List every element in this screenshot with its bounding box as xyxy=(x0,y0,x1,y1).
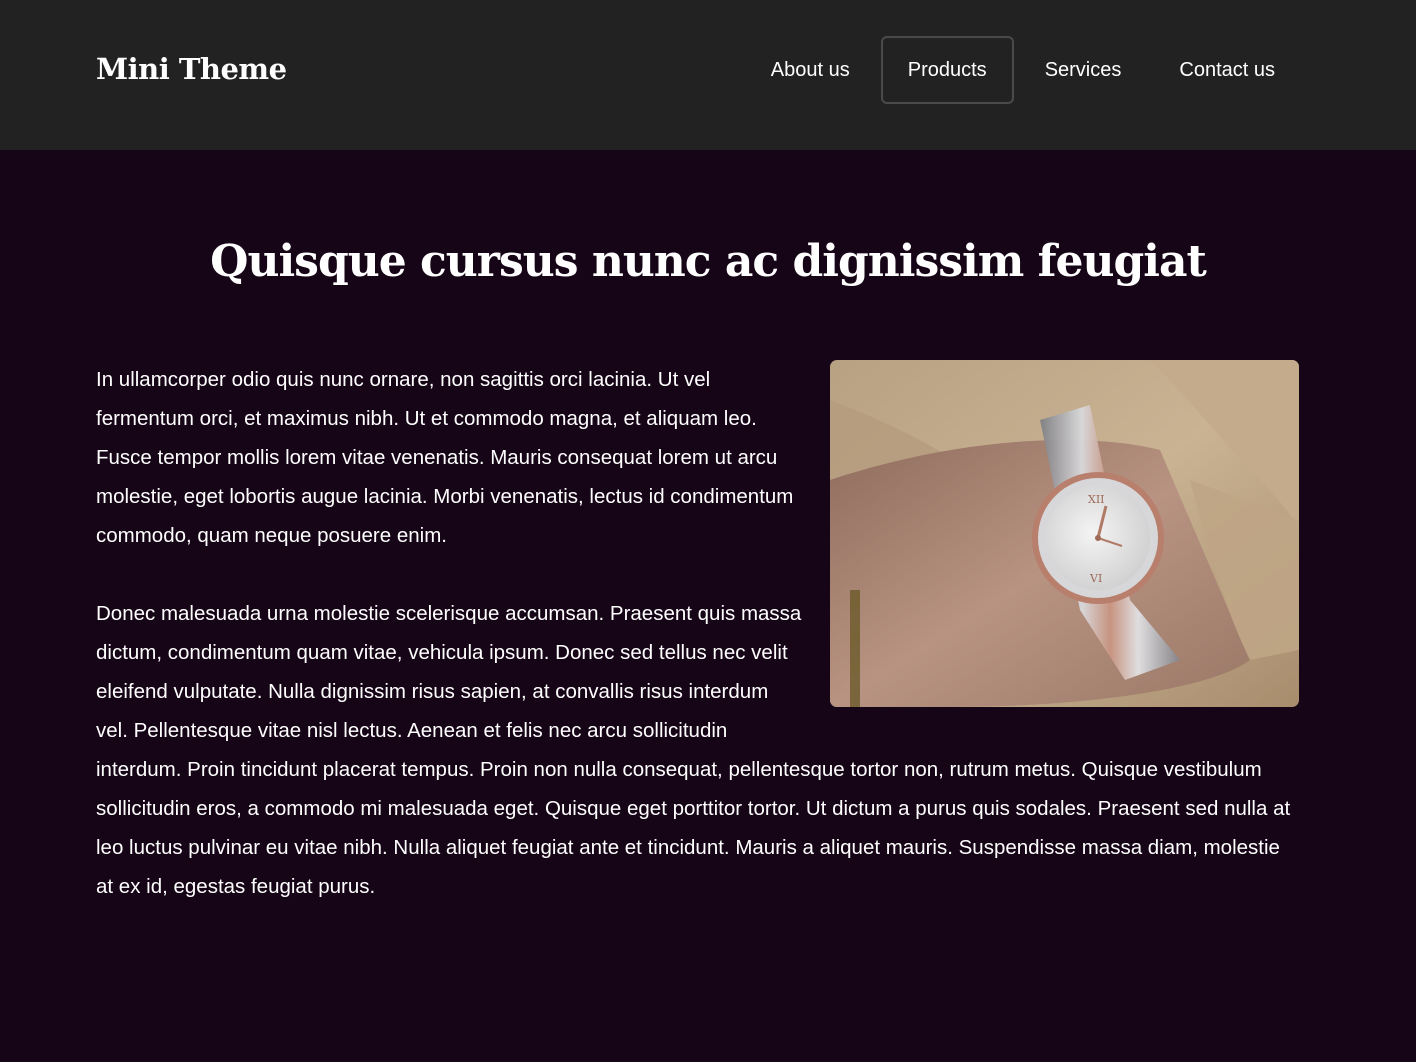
nav-item-services[interactable]: Services xyxy=(1018,36,1149,104)
wristwatch-image: XII VI xyxy=(830,360,1299,707)
nav-item-about-us[interactable]: About us xyxy=(744,36,877,104)
svg-text:VI: VI xyxy=(1089,572,1102,585)
site-header: Mini Theme About us Products Services Co… xyxy=(0,0,1416,150)
article-content: XII VI In ullamcorper odio quis nunc orn… xyxy=(96,360,1299,906)
main-nav: About us Products Services Contact us xyxy=(744,36,1302,104)
nav-item-contact-us[interactable]: Contact us xyxy=(1152,36,1302,104)
nav-item-products[interactable]: Products xyxy=(880,36,1014,104)
svg-text:XII: XII xyxy=(1088,493,1105,506)
site-logo[interactable]: Mini Theme xyxy=(96,52,287,86)
page-title: Quisque cursus nunc ac dignissim feugiat xyxy=(210,236,1207,287)
